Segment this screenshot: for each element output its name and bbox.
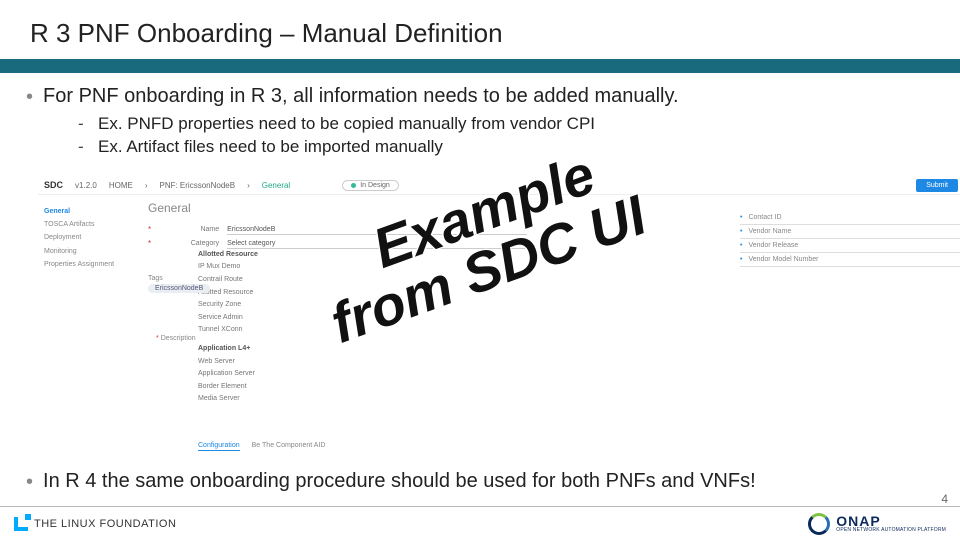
tab-component[interactable]: Be The Component AID (252, 442, 326, 451)
list-item[interactable]: Service Admin (198, 312, 318, 325)
tag-chip[interactable]: EricssonNodeB (148, 284, 210, 293)
dash-icon: - (78, 113, 88, 136)
sidebar-item[interactable]: Deployment (44, 231, 130, 244)
right-field[interactable]: Vendor Release (748, 242, 798, 249)
embedded-screenshot: SDC v1.2.0 HOME › PNF: EricssonNodeB › G… (34, 165, 926, 465)
description-label: Description (161, 335, 196, 342)
sub-bullet-2: Ex. Artifact files need to be imported m… (98, 136, 443, 159)
lf-mark-icon (14, 517, 28, 531)
sidebar-item-general[interactable]: General (44, 205, 130, 218)
tab-configuration[interactable]: Configuration (198, 442, 240, 451)
onap-logo: ONAP OPEN NETWORK AUTOMATION PLATFORM (808, 513, 946, 535)
sidebar-item[interactable]: TOSCA Artifacts (44, 218, 130, 231)
name-label: Name (159, 226, 219, 233)
bullet-icon: • (24, 85, 33, 109)
page-number: 4 (941, 492, 948, 506)
name-field[interactable]: EricssonNodeB (227, 225, 527, 235)
crumb-home[interactable]: HOME (109, 181, 133, 190)
list-item[interactable]: Application Server (198, 368, 318, 381)
bullet-1: For PNF onboarding in R 3, all informati… (43, 85, 679, 108)
tags-label: Tags (148, 275, 210, 282)
dash-icon: - (78, 136, 88, 159)
bullet-icon: • (24, 470, 33, 494)
list-item[interactable]: Tunnel XConn (198, 324, 318, 337)
list-item[interactable]: IP Mux Demo (198, 261, 318, 274)
linux-foundation-logo: THE LINUX FOUNDATION (14, 517, 176, 531)
sidebar-item[interactable]: Properties Assignment (44, 258, 130, 271)
divider-bar (0, 59, 960, 73)
crumb-current: General (262, 181, 290, 190)
sub-bullet-1: Ex. PNFD properties need to be copied ma… (98, 113, 595, 136)
panel-heading: General (148, 201, 688, 215)
right-field[interactable]: Vendor Model Number (748, 256, 818, 263)
app-version: v1.2.0 (75, 181, 97, 190)
bullet-2: In R 4 the same onboarding procedure sho… (43, 470, 756, 494)
right-field[interactable]: Vendor Name (748, 228, 791, 235)
crumb-path[interactable]: PNF: EricssonNodeB (159, 181, 235, 190)
list-item[interactable]: Contrail Route (198, 274, 318, 287)
list-item[interactable]: Web Server (198, 356, 318, 369)
list-item[interactable]: Media Server (198, 393, 318, 406)
onap-ring-icon (808, 513, 830, 535)
sidebar-item[interactable]: Monitoring (44, 245, 130, 258)
app-brand: SDC (44, 180, 63, 190)
list-item[interactable]: Allotted Resource (198, 287, 318, 300)
list-item[interactable]: Border Element (198, 381, 318, 394)
list-item[interactable]: Security Zone (198, 299, 318, 312)
section-header: Application L4+ (198, 343, 318, 356)
right-field[interactable]: Contact ID (748, 214, 781, 221)
slide-title: R 3 PNF Onboarding – Manual Definition (30, 18, 930, 49)
section-header: Allotted Resource (198, 249, 318, 262)
status-pill: In Design (342, 180, 399, 191)
submit-button[interactable]: Submit (916, 179, 958, 192)
